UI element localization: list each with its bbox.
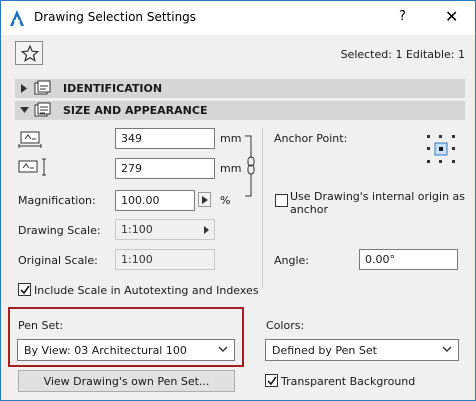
internal-origin-label: Use Drawing's internal origin as bbox=[290, 190, 466, 203]
drawing-width-icon bbox=[18, 131, 42, 148]
section-size-appearance[interactable]: SIZE AND APPEARANCE bbox=[15, 101, 465, 120]
section-identification-label: IDENTIFICATION bbox=[63, 82, 163, 95]
expand-arrow-icon bbox=[21, 84, 27, 93]
include-scale-checkbox[interactable] bbox=[18, 283, 31, 296]
checkmark-icon bbox=[267, 376, 277, 386]
drawing-scale-value: 1:100 bbox=[121, 223, 153, 236]
identification-icon bbox=[34, 80, 51, 95]
colors-dropdown[interactable]: Defined by Pen Set bbox=[265, 339, 459, 361]
checkmark-icon bbox=[20, 285, 30, 295]
angle-field[interactable]: 0.00° bbox=[359, 249, 458, 270]
original-scale-field: 1:100 bbox=[115, 249, 215, 270]
help-button[interactable]: ? bbox=[399, 9, 406, 24]
anchor-point-selector[interactable] bbox=[426, 134, 456, 164]
chevron-down-icon bbox=[442, 346, 452, 352]
drawing-scale-label: Drawing Scale: bbox=[18, 224, 101, 237]
close-button[interactable]: ✕ bbox=[445, 7, 458, 26]
dialog-window: Drawing Selection Settings ? ✕ Selected:… bbox=[0, 0, 476, 401]
angle-label: Angle: bbox=[274, 254, 310, 267]
section-identification[interactable]: IDENTIFICATION bbox=[15, 79, 465, 98]
magnification-stepper[interactable] bbox=[198, 192, 211, 207]
chevron-down-icon bbox=[218, 346, 228, 352]
internal-origin-checkbox[interactable] bbox=[275, 194, 288, 207]
selection-status: Selected: 1 Editable: 1 bbox=[340, 48, 465, 61]
colors-value: Defined by Pen Set bbox=[272, 344, 377, 357]
colors-label: Colors: bbox=[266, 319, 305, 332]
triangle-right-icon bbox=[204, 226, 209, 234]
magnification-field[interactable]: 100.00 bbox=[115, 190, 195, 211]
drawing-height-icon bbox=[18, 158, 46, 176]
star-icon bbox=[21, 45, 39, 62]
anchor-point-label: Anchor Point: bbox=[274, 132, 348, 145]
height-field[interactable]: 279 bbox=[115, 158, 215, 179]
percent-unit: % bbox=[220, 194, 231, 207]
internal-origin-label-cont: anchor bbox=[290, 203, 328, 216]
penset-label: Pen Set: bbox=[18, 319, 64, 332]
view-own-penset-button[interactable]: View Drawing's own Pen Set... bbox=[18, 370, 235, 392]
size-appearance-icon bbox=[34, 102, 51, 117]
height-unit: mm bbox=[220, 162, 242, 175]
width-unit: mm bbox=[220, 132, 242, 145]
drawing-scale-picker[interactable]: 1:100 bbox=[115, 219, 215, 240]
favorites-button[interactable] bbox=[15, 41, 43, 65]
include-scale-label: Include Scale in Autotexting and Indexes bbox=[34, 284, 259, 297]
collapse-arrow-icon bbox=[20, 107, 29, 113]
archicad-app-icon bbox=[9, 9, 25, 27]
penset-value: By View: 03 Architectural 100 bbox=[24, 344, 187, 357]
penset-dropdown[interactable]: By View: 03 Architectural 100 bbox=[17, 339, 235, 361]
magnification-label: Magnification: bbox=[18, 194, 96, 207]
dialog-title: Drawing Selection Settings bbox=[34, 10, 197, 24]
transparent-background-label: Transparent Background bbox=[281, 375, 416, 388]
transparent-background-checkbox[interactable] bbox=[265, 374, 278, 387]
triangle-right-icon bbox=[202, 196, 208, 204]
title-bar: Drawing Selection Settings ? ✕ bbox=[1, 1, 475, 35]
original-scale-label: Original Scale: bbox=[18, 254, 98, 267]
chain-link-icon[interactable] bbox=[244, 135, 258, 197]
column-divider bbox=[262, 128, 263, 288]
width-field[interactable]: 349 bbox=[115, 128, 215, 149]
section-size-appearance-label: SIZE AND APPEARANCE bbox=[63, 104, 208, 117]
